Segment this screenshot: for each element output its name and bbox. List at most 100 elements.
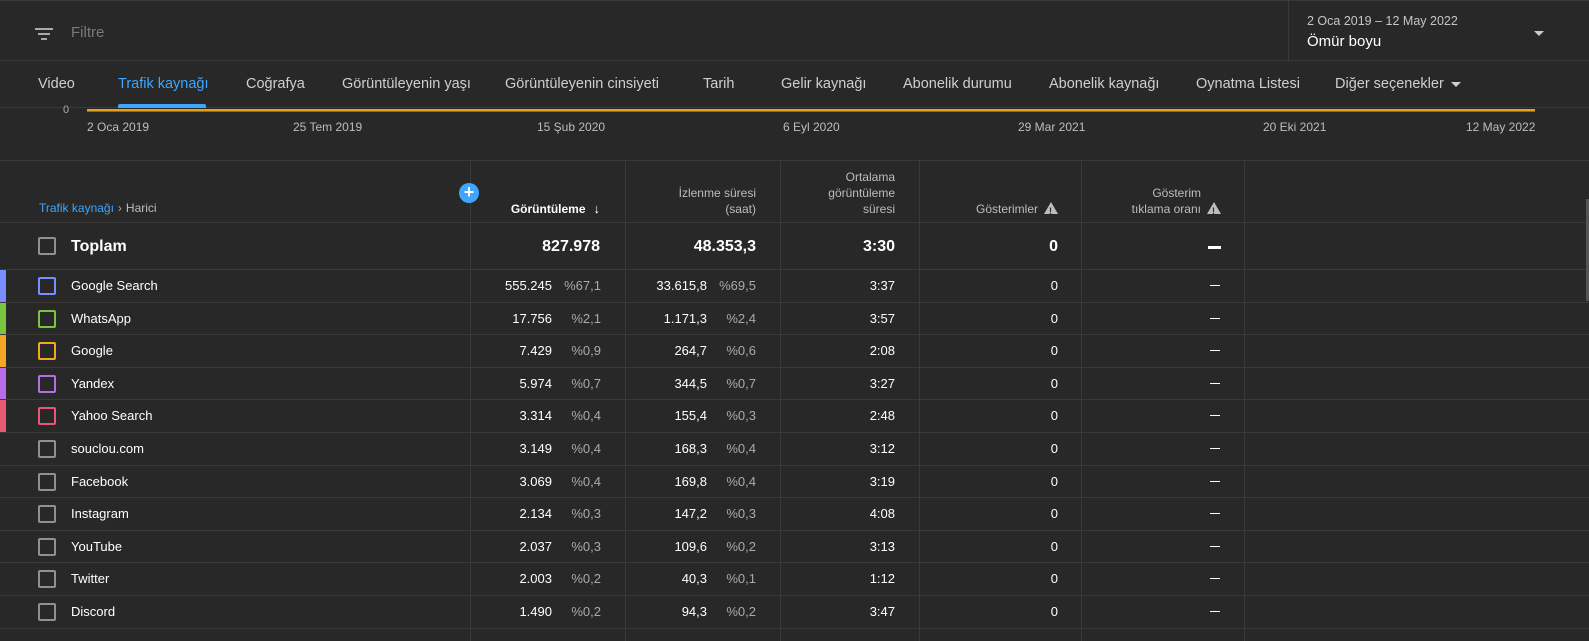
table-row[interactable]: YouTube 2.037 %0,3 109,6 %0,2 3:13 0 bbox=[0, 531, 1589, 564]
add-metric-button[interactable]: + bbox=[459, 183, 479, 203]
total-impressions: 0 bbox=[1049, 238, 1058, 255]
impressions-value: 0 bbox=[1050, 278, 1058, 293]
x-tick-label: 2 Oca 2019 bbox=[87, 120, 150, 134]
chart-area: 0 2 Oca 2019 25 Tem 2019 15 Şub 2020 6 E… bbox=[0, 104, 1589, 160]
watch-time-value: 94,3 bbox=[681, 604, 707, 619]
views-value: 5.974 bbox=[519, 375, 552, 391]
avg-duration-value: 3:13 bbox=[869, 538, 895, 554]
header-watch-time-line1: İzlenme süresi bbox=[678, 186, 756, 200]
tab-viewer-gender[interactable]: Görüntüleyenin cinsiyeti bbox=[505, 76, 659, 92]
header-impressions-label: Gösterimler bbox=[975, 202, 1038, 216]
tab-subscription-status[interactable]: Abonelik durumu bbox=[903, 76, 1012, 92]
views-percent: %0,4 bbox=[571, 408, 601, 424]
avg-duration-value: 3:37 bbox=[869, 278, 895, 293]
views-percent: %0,4 bbox=[571, 441, 601, 456]
views-value: 2.003 bbox=[519, 571, 552, 587]
traffic-table: Trafik kaynağı › Harici + Görüntüleme ↓ İzl… bbox=[0, 160, 1589, 641]
impressions-value: 0 bbox=[1050, 506, 1058, 522]
chart-series-line-shadow bbox=[87, 111, 1535, 112]
table-row[interactable]: Facebook 3.069 %0,4 169,8 %0,4 3:19 0 bbox=[0, 466, 1589, 499]
views-percent: %67,1 bbox=[564, 278, 601, 293]
tab-traffic-source[interactable]: Trafik kaynağı bbox=[118, 76, 209, 92]
warning-icon[interactable] bbox=[1207, 202, 1221, 219]
dropdown-caret-icon[interactable] bbox=[1534, 31, 1544, 36]
table-row[interactable]: Google 7.429 %0,9 264,7 %0,6 2:08 0 bbox=[0, 335, 1589, 368]
tab-date[interactable]: Tarih bbox=[703, 76, 734, 92]
total-checkbox[interactable] bbox=[38, 237, 56, 255]
row-checkbox[interactable] bbox=[38, 374, 56, 393]
tab-playlist[interactable]: Oynatma Listesi bbox=[1196, 76, 1300, 92]
header-ctr-line1: Gösterim bbox=[1152, 186, 1201, 200]
row-checkbox[interactable] bbox=[38, 309, 56, 328]
avg-duration-value: 4:08 bbox=[869, 506, 895, 522]
table-row[interactable]: Google Search 555.245 %67,1 33.615,8 %69,5 3:… bbox=[0, 270, 1589, 303]
row-checkbox[interactable] bbox=[38, 342, 56, 361]
filter-input[interactable]: Filtre bbox=[71, 24, 104, 41]
ctr-dash bbox=[1210, 513, 1220, 515]
table-row[interactable]: Twitter 2.003 %0,2 40,3 %0,1 1:12 0 bbox=[0, 563, 1589, 596]
table-row[interactable]: Yandex 5.974 %0,7 344,5 %0,7 3:27 0 bbox=[0, 367, 1589, 401]
warning-icon[interactable] bbox=[1044, 202, 1058, 219]
row-checkbox[interactable] bbox=[38, 505, 56, 524]
row-checkbox[interactable] bbox=[38, 570, 56, 589]
x-tick-label: 15 Şub 2020 bbox=[537, 120, 606, 134]
row-checkbox[interactable] bbox=[38, 603, 56, 621]
watch-time-percent: %0,3 bbox=[726, 408, 756, 424]
source-name: souclou.com bbox=[71, 441, 144, 456]
watch-time-value: 344,5 bbox=[674, 375, 707, 391]
x-tick-label: 12 May 2022 bbox=[1466, 120, 1536, 134]
tab-revenue-source[interactable]: Gelir kaynağı bbox=[781, 76, 866, 92]
row-checkbox[interactable] bbox=[38, 407, 56, 426]
tab-subscription-source[interactable]: Abonelik kaynağı bbox=[1049, 76, 1159, 92]
row-checkbox[interactable] bbox=[38, 440, 56, 458]
watch-time-value: 33.615,8 bbox=[656, 278, 707, 293]
total-avg-duration: 3:30 bbox=[862, 238, 895, 255]
views-value: 2.134 bbox=[519, 506, 552, 522]
views-value: 7.429 bbox=[519, 343, 552, 359]
avg-duration-value: 2:48 bbox=[869, 408, 895, 424]
tab-geography[interactable]: Coğrafya bbox=[246, 76, 305, 92]
table-row[interactable]: Yahoo Search 3.314 %0,4 155,4 %0,3 2:48 0 bbox=[0, 400, 1589, 433]
filter-icon[interactable] bbox=[35, 28, 53, 40]
source-name: Discord bbox=[71, 604, 116, 619]
tab-video[interactable]: Video bbox=[38, 76, 75, 92]
views-percent: %0,3 bbox=[571, 506, 601, 522]
breadcrumb-link[interactable]: Trafik kaynağı bbox=[39, 201, 114, 215]
table-row[interactable]: Instagram 2.134 %0,3 147,2 %0,3 4:08 0 bbox=[0, 498, 1589, 531]
watch-time-percent: %0,4 bbox=[726, 441, 756, 456]
breadcrumb-separator-icon: › bbox=[117, 201, 122, 215]
views-percent: %0,4 bbox=[571, 473, 601, 489]
ctr-dash bbox=[1210, 448, 1220, 449]
row-checkbox[interactable] bbox=[38, 277, 56, 295]
header-impressions[interactable]: Gösterimler bbox=[925, 201, 1058, 219]
date-range-selector[interactable]: 2 Oca 2019 – 12 May 2022 Ömür boyu bbox=[1288, 1, 1589, 62]
row-checkbox[interactable] bbox=[38, 537, 56, 556]
impressions-value: 0 bbox=[1050, 375, 1058, 391]
watch-time-percent: %2,4 bbox=[726, 310, 756, 326]
table-row[interactable]: Discord 1.490 %0,2 94,3 %0,2 3:47 0 bbox=[0, 596, 1589, 629]
header-avg-line2: görüntüleme bbox=[828, 186, 895, 200]
watch-time-percent: %0,7 bbox=[726, 375, 756, 391]
header-avg-view-duration[interactable]: Ortalama görüntüleme süresi bbox=[785, 169, 895, 217]
breadcrumb: Trafik kaynağı › Harici bbox=[39, 201, 157, 215]
ctr-dash bbox=[1210, 285, 1220, 286]
series-color-bar bbox=[0, 400, 6, 432]
header-views[interactable]: Görüntüleme ↓ bbox=[480, 201, 600, 217]
header-ctr[interactable]: Gösterim tıklama oranı bbox=[1085, 185, 1221, 219]
row-checkbox[interactable] bbox=[38, 472, 56, 491]
header-avg-line1: Ortalama bbox=[845, 170, 895, 184]
impressions-value: 0 bbox=[1050, 343, 1058, 359]
views-value: 2.037 bbox=[519, 538, 552, 554]
impressions-value: 0 bbox=[1050, 473, 1058, 489]
tab-viewer-age[interactable]: Görüntüleyenin yaşı bbox=[342, 76, 471, 92]
tab-more-options[interactable]: Diğer seçenekler bbox=[1335, 76, 1461, 92]
table-row[interactable]: souclou.com 3.149 %0,4 168,3 %0,4 3:12 0 bbox=[0, 433, 1589, 466]
views-value: 3.069 bbox=[519, 473, 552, 489]
avg-duration-value: 1:12 bbox=[869, 571, 895, 587]
header-watch-time[interactable]: İzlenme süresi (saat) bbox=[630, 185, 756, 217]
x-tick-label: 20 Eki 2021 bbox=[1263, 120, 1327, 134]
ctr-dash bbox=[1210, 545, 1220, 547]
header-avg-line3: süresi bbox=[862, 202, 895, 216]
chevron-down-icon bbox=[1450, 81, 1461, 87]
table-row[interactable]: WhatsApp 17.756 %2,1 1.171,3 %2,4 3:57 0 bbox=[0, 302, 1589, 336]
